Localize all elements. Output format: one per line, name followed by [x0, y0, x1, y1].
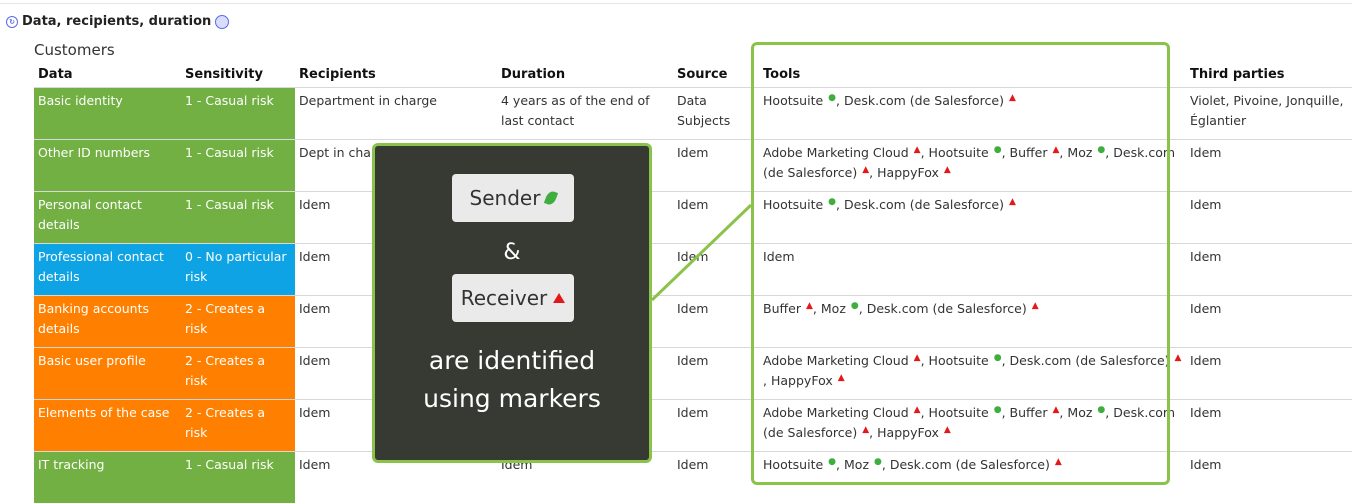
cell-data: Basic user profile — [34, 348, 181, 400]
cell-tools: Adobe Marketing Cloud ▲, Hootsuite ●, Bu… — [759, 140, 1186, 192]
section-title: Data, recipients, duration — [22, 14, 211, 29]
cell-third-parties: Idem — [1186, 244, 1352, 296]
ampersand: & — [375, 240, 649, 265]
cell-data: Elements of the case — [34, 400, 181, 452]
cell-third-parties: Idem — [1186, 140, 1352, 192]
cell-sensitivity: 0 - No particular risk — [181, 244, 295, 296]
cell-recipients: Department in charge — [295, 88, 497, 140]
col-header-recipients[interactable]: Recipients — [295, 62, 497, 88]
table-row[interactable]: Professional contact details 0 - No part… — [34, 244, 1352, 296]
overlay-note: are identified using markers — [375, 342, 649, 418]
sender-pill: Sender — [452, 174, 574, 222]
cell-data: IT tracking — [34, 452, 181, 503]
sender-label: Sender — [470, 186, 541, 210]
section-header: ↻ Data, recipients, duration — [6, 14, 229, 29]
triangle-marker-icon — [553, 293, 565, 303]
table-row[interactable]: Personal contact details 1 - Casual risk… — [34, 192, 1352, 244]
settings-icon[interactable] — [215, 15, 229, 29]
legend-overlay: Sender & Receiver are identified using m… — [372, 143, 652, 463]
table-row[interactable]: Elements of the case 2 - Creates a risk … — [34, 400, 1352, 452]
table-row[interactable]: IT tracking 1 - Casual risk Idem Idem Id… — [34, 452, 1352, 503]
cell-sensitivity: 2 - Creates a risk — [181, 296, 295, 348]
cell-sensitivity: 1 - Casual risk — [181, 140, 295, 192]
col-header-tools[interactable]: Tools — [759, 62, 1186, 88]
cell-data: Personal contact details — [34, 192, 181, 244]
cell-source: Idem — [673, 192, 759, 244]
table-row[interactable]: Basic user profile 2 - Creates a risk Id… — [34, 348, 1352, 400]
receiver-label: Receiver — [461, 286, 548, 310]
cell-sensitivity: 1 - Casual risk — [181, 452, 295, 503]
data-table: Data Sensitivity Recipients Duration Sou… — [34, 62, 1352, 503]
table-row[interactable]: Basic identity 1 - Casual risk Departmen… — [34, 88, 1352, 140]
cell-sensitivity: 1 - Casual risk — [181, 192, 295, 244]
leaf-marker-icon — [544, 190, 558, 207]
table-header-row: Data Sensitivity Recipients Duration Sou… — [34, 62, 1352, 88]
overlay-note-line1: are identified — [375, 342, 649, 380]
refresh-icon[interactable]: ↻ — [6, 16, 18, 28]
top-divider — [0, 3, 1352, 4]
cell-data: Other ID numbers — [34, 140, 181, 192]
group-title: Customers — [34, 41, 115, 59]
cell-source: Idem — [673, 452, 759, 503]
cell-duration: 4 years as of the end of last contact — [497, 88, 673, 140]
receiver-pill: Receiver — [452, 274, 574, 322]
cell-sensitivity: 2 - Creates a risk — [181, 400, 295, 452]
cell-tools: Hootsuite ●, Desk.com (de Salesforce) ▲ — [759, 88, 1186, 140]
col-header-source[interactable]: Source — [673, 62, 759, 88]
col-header-duration[interactable]: Duration — [497, 62, 673, 88]
cell-source: Idem — [673, 296, 759, 348]
col-header-sensitivity[interactable]: Sensitivity — [181, 62, 295, 88]
cell-third-parties: Idem — [1186, 296, 1352, 348]
table-row[interactable]: Other ID numbers 1 - Casual risk Dept in… — [34, 140, 1352, 192]
cell-third-parties: Violet, Pivoine, Jonquille, Églantier — [1186, 88, 1352, 140]
overlay-note-line2: using markers — [375, 380, 649, 418]
cell-third-parties: Idem — [1186, 400, 1352, 452]
cell-third-parties: Idem — [1186, 348, 1352, 400]
cell-source: Idem — [673, 400, 759, 452]
col-header-third-parties[interactable]: Third parties — [1186, 62, 1352, 88]
table-row[interactable]: Banking accounts details 2 - Creates a r… — [34, 296, 1352, 348]
cell-tools: Adobe Marketing Cloud ▲, Hootsuite ●, De… — [759, 348, 1186, 400]
cell-tools: Idem — [759, 244, 1186, 296]
cell-tools: Hootsuite ●, Moz ●, Desk.com (de Salesfo… — [759, 452, 1186, 503]
cell-source: Idem — [673, 140, 759, 192]
cell-data: Professional contact details — [34, 244, 181, 296]
cell-sensitivity: 2 - Creates a risk — [181, 348, 295, 400]
cell-third-parties: Idem — [1186, 452, 1352, 503]
cell-third-parties: Idem — [1186, 192, 1352, 244]
cell-tools: Hootsuite ●, Desk.com (de Salesforce) ▲ — [759, 192, 1186, 244]
cell-data: Banking accounts details — [34, 296, 181, 348]
cell-tools: Adobe Marketing Cloud ▲, Hootsuite ●, Bu… — [759, 400, 1186, 452]
cell-data: Basic identity — [34, 88, 181, 140]
cell-tools: Buffer ▲, Moz ●, Desk.com (de Salesforce… — [759, 296, 1186, 348]
cell-sensitivity: 1 - Casual risk — [181, 88, 295, 140]
col-header-data[interactable]: Data — [34, 62, 181, 88]
cell-source: Idem — [673, 348, 759, 400]
cell-source: Idem — [673, 244, 759, 296]
cell-source: Data Subjects — [673, 88, 759, 140]
